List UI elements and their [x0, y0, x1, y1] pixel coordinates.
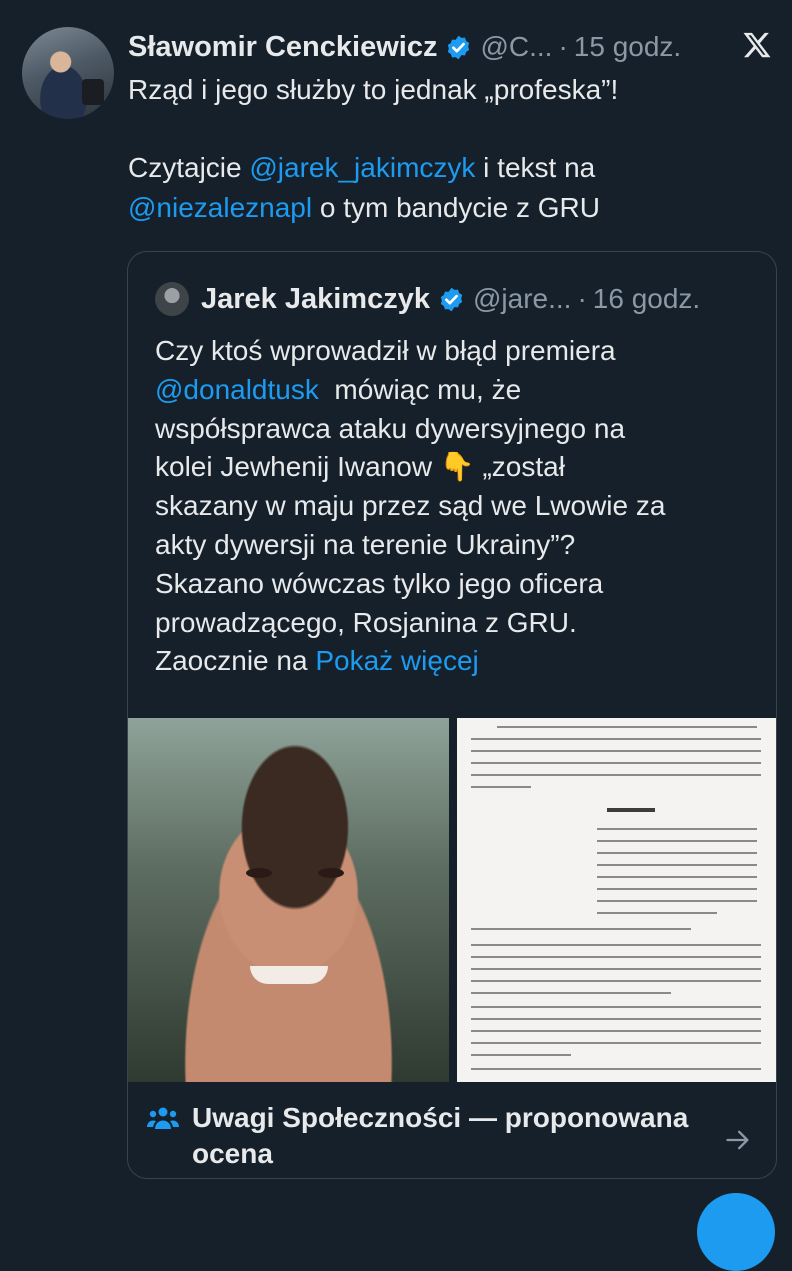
doc-text-line: [471, 1018, 761, 1020]
tweet-line: Czytajcie @jarek_jakimczyk i tekst na: [128, 148, 768, 188]
show-more-link[interactable]: Pokaż więcej: [315, 645, 478, 676]
doc-text-line: [471, 1030, 761, 1032]
tweet-time[interactable]: 15 godz.: [574, 31, 681, 63]
quote-line: akty dywersji na terenie Ukrainy”?: [155, 528, 576, 560]
tweet-text: Rząd i jego służby to jednak „profeska”!…: [128, 70, 768, 228]
doc-text-line: [471, 980, 761, 982]
doc-text-line: [597, 888, 757, 890]
quote-text: Czy ktoś wprowadził w błąd premiera @don…: [155, 332, 755, 681]
separator-dot: ·: [558, 31, 568, 62]
quote-line: współsprawca ataku dywersyjnego na: [155, 412, 626, 444]
doc-text-line: [597, 864, 757, 866]
verified-badge-icon: [440, 287, 463, 311]
doc-text-line: [597, 840, 757, 842]
text-segment: o tym bandycie z GRU: [312, 192, 600, 223]
doc-text-line: [471, 992, 671, 994]
doc-text-line: [471, 956, 761, 958]
text-segment: kolei Jewhenij Iwanow: [155, 451, 440, 483]
doc-text-line: [597, 912, 717, 914]
doc-text-line: [497, 726, 757, 728]
pointing-down-emoji: 👇: [439, 451, 475, 483]
author-avatar[interactable]: [22, 27, 114, 119]
quote-header: Jarek Jakimczyk @jare... · 16 godz.: [155, 279, 700, 319]
doc-text-line: [471, 750, 761, 752]
photo-eye: [318, 868, 344, 878]
tweet-line: @niezaleznapl o tym bandycie z GRU: [128, 188, 768, 228]
mention-link[interactable]: @donaldtusk: [155, 374, 319, 405]
doc-text-line: [597, 828, 757, 830]
note-line: Uwagi Społeczności — proponowana: [192, 1102, 689, 1133]
note-line: ocena: [192, 1138, 273, 1169]
text-segment: mówiąc mu, że: [318, 373, 522, 405]
quote-author-handle[interactable]: @jare...: [473, 283, 571, 315]
text-segment: Czytajcie: [128, 152, 250, 183]
doc-heading: [607, 808, 655, 812]
author-name[interactable]: Sławomir Cenckiewicz: [128, 31, 437, 64]
mention-link[interactable]: @niezaleznapl: [128, 192, 312, 223]
photo-smile: [250, 966, 328, 984]
media-photo-person[interactable]: [128, 718, 449, 1082]
community-note-banner[interactable]: Uwagi Społeczności — proponowana ocena: [128, 1086, 776, 1178]
quote-line: Zaocznie na Pokaż więcej: [155, 642, 755, 681]
tweet[interactable]: Sławomir Cenckiewicz @C... · 15 godz. Rz…: [0, 0, 792, 1271]
quoted-tweet[interactable]: Jarek Jakimczyk @jare... · 16 godz. Czy …: [127, 251, 777, 1179]
text-segment: Zaocznie na: [155, 645, 316, 677]
community-note-title: Uwagi Społeczności — proponowana ocena: [192, 1100, 732, 1172]
doc-text-line: [471, 928, 691, 930]
doc-text-line: [471, 1054, 571, 1056]
doc-text-line: [471, 774, 761, 776]
arrow-right-icon[interactable]: [724, 1126, 752, 1154]
separator-dot: ·: [577, 283, 587, 314]
x-logo-icon[interactable]: [742, 30, 772, 60]
quote-line: kolei Jewhenij Iwanow 👇 „został: [155, 448, 755, 487]
media-document-scan[interactable]: [457, 718, 776, 1082]
quote-line: Skazano wówczas tylko jego oficera: [155, 567, 604, 599]
quote-time[interactable]: 16 godz.: [593, 283, 700, 315]
doc-text-line: [471, 944, 761, 946]
quote-author-avatar[interactable]: [155, 282, 189, 316]
tweet-header: Sławomir Cenckiewicz @C... · 15 godz.: [128, 24, 681, 70]
text-segment: „został: [474, 451, 565, 483]
verified-badge-icon: [448, 35, 470, 59]
text-segment: i tekst na: [475, 152, 596, 183]
quote-author-name[interactable]: Jarek Jakimczyk: [201, 283, 430, 316]
quote-line: prowadzącego, Rosjanina z GRU.: [155, 606, 577, 638]
doc-text-line: [471, 1006, 761, 1008]
quote-line: skazany w maju przez sąd we Lwowie za: [155, 490, 666, 522]
photo-eye: [246, 868, 272, 878]
doc-text-line: [471, 1042, 761, 1044]
tweet-line: Rząd i jego służby to jednak „profeska”!: [128, 74, 619, 105]
doc-text-line: [471, 738, 761, 740]
doc-text-line: [471, 762, 761, 764]
compose-fab-button[interactable]: [697, 1193, 775, 1271]
author-handle[interactable]: @C...: [480, 31, 552, 63]
quote-media: [128, 718, 776, 1082]
avatar-microphone: [82, 79, 104, 105]
quote-line: Czy ktoś wprowadził w błąd premiera: [155, 335, 616, 366]
people-icon: [147, 1107, 179, 1129]
doc-text-line: [597, 876, 757, 878]
quote-line: @donaldtusk mówiąc mu, że: [155, 371, 755, 410]
doc-text-line: [471, 968, 761, 970]
doc-text-line: [471, 786, 531, 788]
mention-link[interactable]: @jarek_jakimczyk: [249, 152, 475, 183]
doc-text-line: [597, 852, 757, 854]
doc-text-line: [597, 900, 757, 902]
doc-text-line: [471, 1068, 761, 1070]
